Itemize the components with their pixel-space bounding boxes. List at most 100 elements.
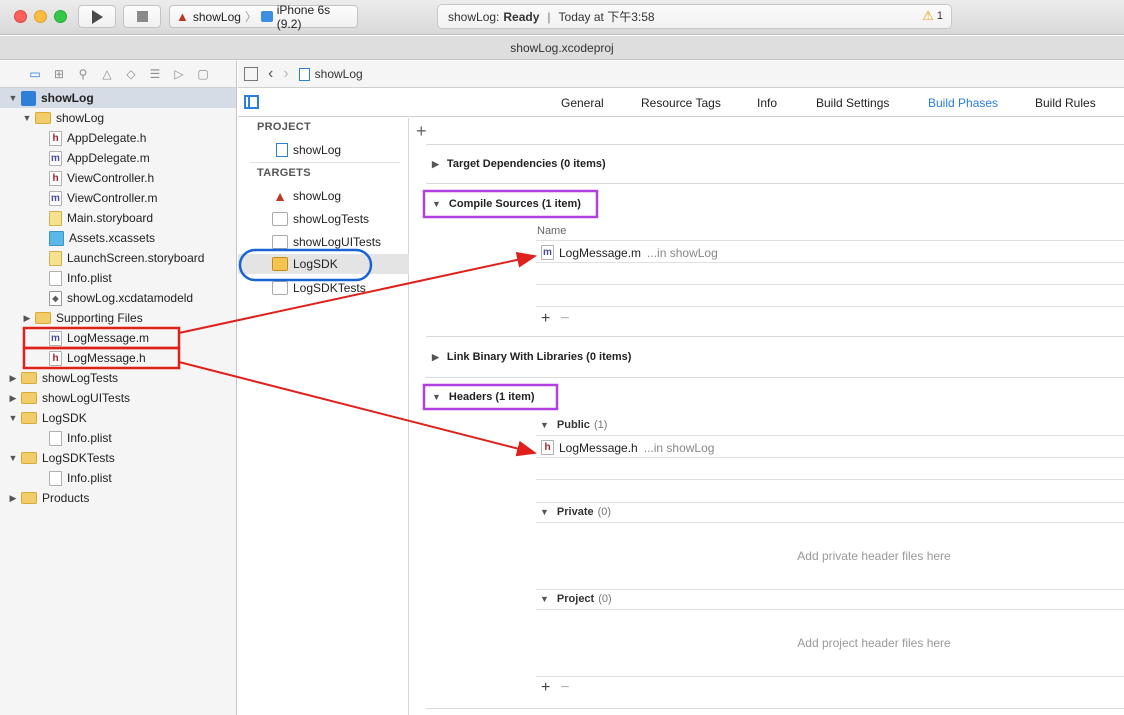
tree-item[interactable]: ▼ showLog [0,88,236,108]
search-icon[interactable]: ⚲ [74,65,92,83]
phase-target-dependencies[interactable]: ▶ Target Dependencies (0 items) [432,158,606,170]
section-label: Public [556,419,590,431]
document-title: showLog.xcodeproj [0,36,1124,60]
disclosure-down-icon[interactable]: ▼ [8,413,18,423]
tree-item[interactable]: ▶ Products [0,488,236,508]
scheme-selector[interactable]: ▲ showLog 〉 iPhone 6s (9.2) [169,3,358,31]
remove-file-button[interactable]: − [560,310,569,327]
forward-arrow-icon[interactable]: › [283,65,288,83]
folder-icon [21,452,37,464]
zoom-window-button[interactable] [54,10,67,23]
add-build-phase-button[interactable]: + [416,121,427,142]
debug-icon[interactable]: ☰ [146,65,164,83]
tab-general[interactable]: General [561,96,604,110]
tree-item[interactable]: LaunchScreen.storyboard [0,248,236,268]
disclosure-right-icon[interactable]: ▶ [22,313,32,324]
breadcrumb-project: showLog [314,67,363,81]
header-file-row[interactable]: h LogMessage.h ...in showLog [541,440,714,455]
tree-item-label: Info.plist [67,431,112,445]
disclosure-down-icon[interactable]: ▼ [22,113,32,123]
tree-item[interactable]: ▶ showLogUITests [0,388,236,408]
h-file-icon: h [541,440,554,455]
tree-item[interactable]: ▼ showLog [0,108,236,128]
tree-item[interactable]: h ViewController.h [0,168,236,188]
project-item[interactable]: showLog [276,140,341,160]
folder-icon[interactable]: ▭ [26,65,44,83]
run-button[interactable] [78,5,116,28]
tree-item[interactable]: Info.plist [0,468,236,488]
disclosure-right-icon[interactable]: ▶ [8,393,18,404]
tree-item[interactable]: Assets.xcassets [0,228,236,248]
stop-button[interactable] [123,5,161,28]
tab-build-settings[interactable]: Build Settings [816,96,889,110]
divider [536,609,1124,610]
target-item[interactable]: showLogUITests [272,232,381,252]
tree-item[interactable]: ▶ showLogTests [0,368,236,388]
report-icon[interactable]: ▢ [194,65,212,83]
activity-status: Ready [503,9,540,24]
tree-item-label: Supporting Files [56,311,143,325]
related-items-icon[interactable] [244,67,258,81]
h-file-icon: h [49,170,62,186]
target-item-selected[interactable]: LogSDK [238,254,409,274]
tab-resource-tags[interactable]: Resource Tags [641,96,721,110]
sidebar-toggle-icon[interactable] [244,95,259,109]
disclosure-down-icon[interactable]: ▼ [8,453,18,463]
divider [536,502,1124,503]
test-icon[interactable]: ◇ [122,65,140,83]
tree-item[interactable]: h AppDelegate.h [0,128,236,148]
activity-time: Today at 下午3:58 [558,10,655,24]
disclosure-down-icon: ▼ [432,199,441,209]
back-arrow-icon[interactable]: ‹ [268,65,273,83]
public-headers-section[interactable]: ▼ Public (1) [540,419,607,431]
plist-icon [49,270,62,286]
tree-item[interactable]: m AppDelegate.m [0,148,236,168]
tree-item[interactable]: Info.plist [0,268,236,288]
phase-headers[interactable]: ▼ Headers (1 item) [432,391,535,403]
breadcrumb[interactable]: showLog [298,67,363,81]
tree-item[interactable]: ▶ Supporting Files [0,308,236,328]
target-item[interactable]: ▲ showLog [272,186,341,206]
minimize-window-button[interactable] [34,10,47,23]
close-window-button[interactable] [14,10,27,23]
private-headers-section[interactable]: ▼ Private (0) [540,506,611,518]
tree-item-label: Assets.xcassets [69,231,156,245]
tree-item[interactable]: h LogMessage.h [0,348,236,368]
activity-app: showLog: [448,9,500,24]
add-file-button[interactable]: + [541,310,550,327]
tree-item[interactable]: m LogMessage.m [0,328,236,348]
disclosure-right-icon: ▶ [432,351,439,362]
build-phases-editor: + ▶ Target Dependencies (0 items) ▼ Comp… [410,118,1124,715]
tree-item[interactable]: Main.storyboard [0,208,236,228]
h-file-icon: h [49,350,62,366]
tree-item-label: showLogUITests [42,391,131,405]
tab-info[interactable]: Info [757,96,777,110]
target-item[interactable]: showLogTests [272,209,369,229]
target-item[interactable]: LogSDKTests [272,278,366,298]
project-icon [21,90,36,106]
hierarchy-icon[interactable]: ⊞ [50,65,68,83]
breakpoint-icon[interactable]: ▷ [170,65,188,83]
assets-icon [49,230,64,246]
tree-item[interactable]: ▼ LogSDKTests [0,448,236,468]
test-bundle-icon [272,235,288,249]
tree-item[interactable]: m ViewController.m [0,188,236,208]
add-header-button[interactable]: + [541,679,550,696]
disclosure-down-icon[interactable]: ▼ [8,93,18,103]
disclosure-right-icon[interactable]: ▶ [8,493,18,504]
phase-link-binary[interactable]: ▶ Link Binary With Libraries (0 items) [432,351,631,363]
phase-title: Headers (1 item) [448,391,535,403]
disclosure-right-icon[interactable]: ▶ [8,373,18,384]
tree-item[interactable]: Info.plist [0,428,236,448]
compile-source-row[interactable]: m LogMessage.m ...in showLog [541,245,718,260]
phase-compile-sources[interactable]: ▼ Compile Sources (1 item) [432,198,581,210]
divider [536,284,1124,285]
tree-item[interactable]: ▼ LogSDK [0,408,236,428]
tab-build-phases[interactable]: Build Phases [928,96,998,110]
warning-icon[interactable]: △ [98,65,116,83]
project-headers-section[interactable]: ▼ Project (0) [540,593,612,605]
tab-build-rules[interactable]: Build Rules [1035,96,1096,110]
tree-item[interactable]: ◈ showLog.xcdatamodeld [0,288,236,308]
warning-indicator[interactable]: ⚠ 1 [922,8,943,24]
remove-header-button[interactable]: − [560,679,569,696]
